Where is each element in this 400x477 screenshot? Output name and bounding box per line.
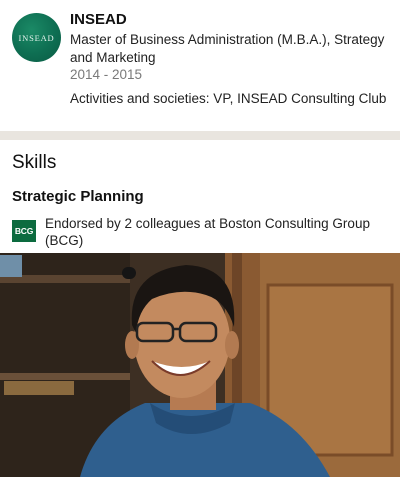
activities-societies: Activities and societies: VP, INSEAD Con…: [70, 91, 387, 106]
profile-photo: [0, 253, 400, 477]
section-divider: [0, 131, 400, 140]
bcg-logo: BCG: [12, 220, 36, 242]
profile-photo-image: [0, 253, 400, 477]
skills-section: Skills Strategic Planning BCG Endorsed b…: [0, 140, 400, 253]
endorsement-text[interactable]: Endorsed by 2 colleagues at Boston Consu…: [45, 215, 395, 249]
skill-name[interactable]: Strategic Planning: [12, 187, 144, 207]
school-name[interactable]: INSEAD: [70, 10, 395, 30]
bcg-logo-text: BCG: [14, 226, 34, 236]
degree: Master of Business Administration (M.B.A…: [70, 32, 385, 65]
education-years: 2014 - 2015: [70, 67, 143, 82]
school-logo[interactable]: INSEAD: [12, 13, 61, 62]
education-details: INSEAD Master of Business Administration…: [70, 10, 395, 108]
skills-heading: Skills: [12, 152, 57, 173]
education-entry[interactable]: INSEAD INSEAD Master of Business Adminis…: [0, 0, 400, 131]
school-logo-text: INSEAD: [18, 32, 55, 43]
